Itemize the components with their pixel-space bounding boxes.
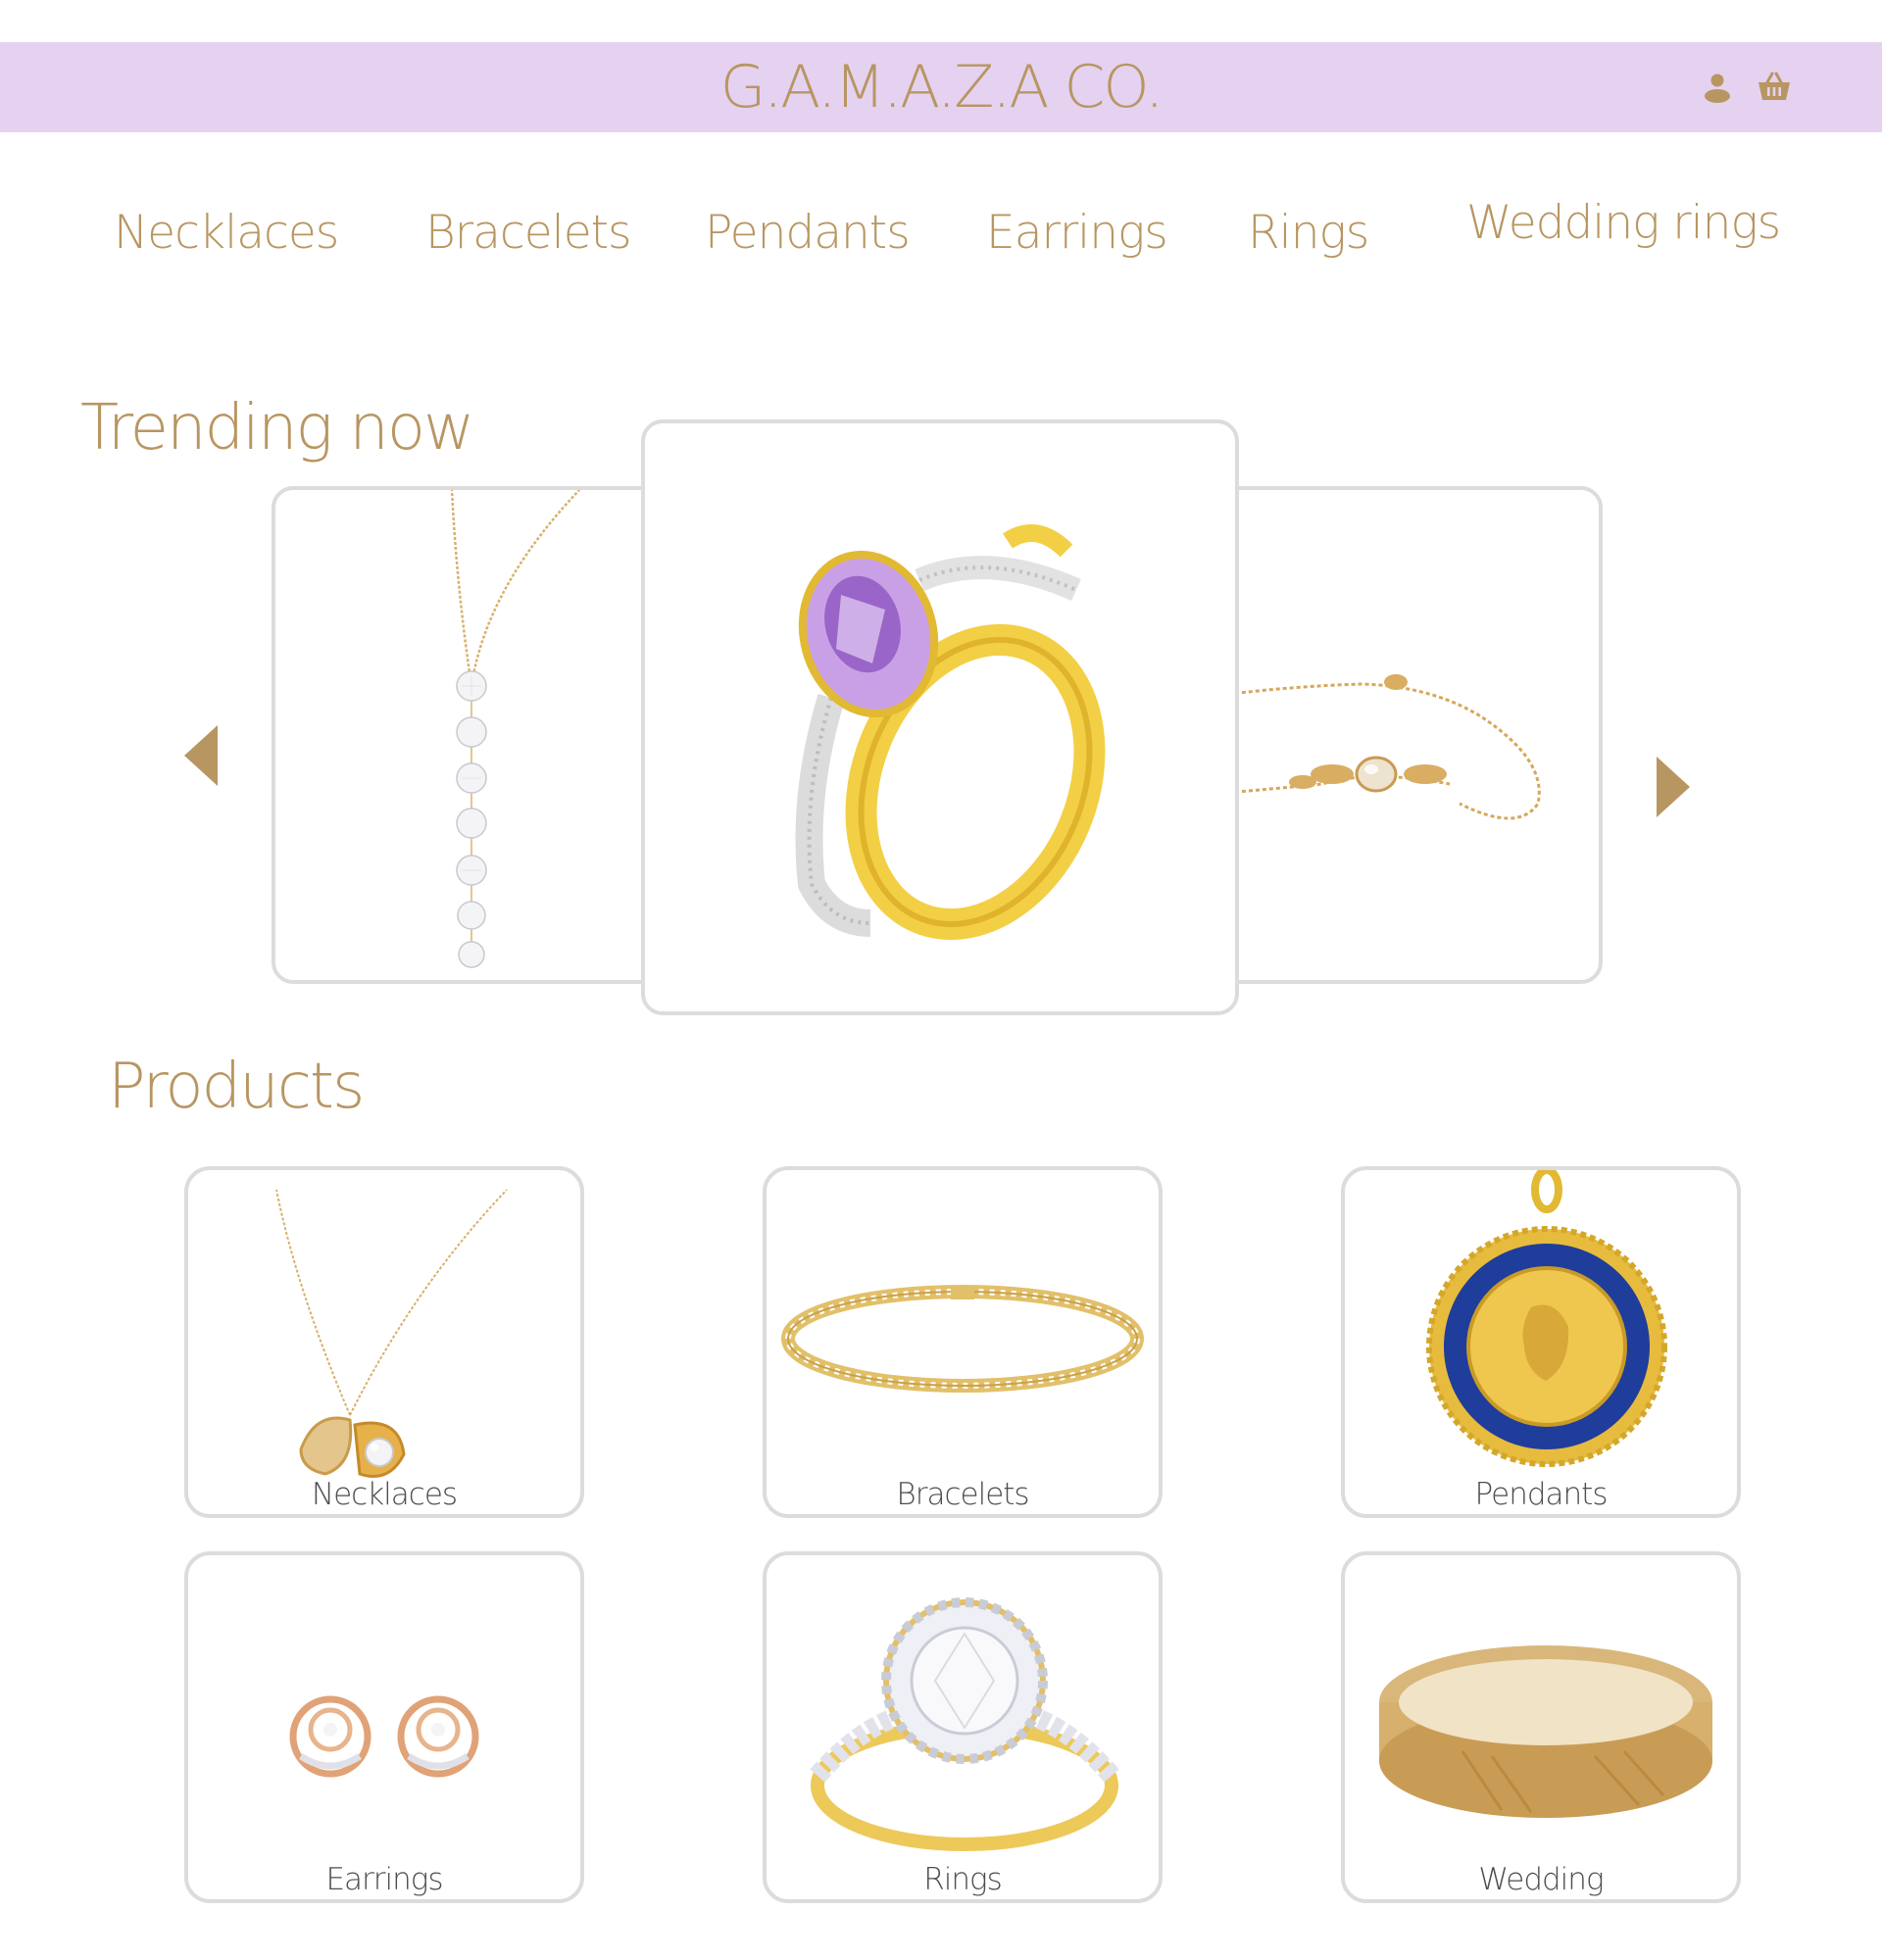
carousel-slide-center[interactable] (641, 419, 1239, 1015)
product-label-wedding: Wedding (1478, 1862, 1604, 1897)
nav-necklaces[interactable]: Necklaces (114, 206, 339, 260)
product-card-wedding[interactable]: Wedding (1341, 1551, 1741, 1903)
nav-pendants[interactable]: Pendants (705, 206, 911, 260)
triangle-right-icon[interactable] (1657, 757, 1690, 817)
nav-rings[interactable]: Rings (1248, 206, 1369, 260)
gold-coin-pendant-image (1426, 1170, 1667, 1467)
diamond-tennis-bracelet-image (781, 1285, 1144, 1393)
amethyst-gold-ring-image (795, 524, 1106, 941)
product-label-rings: Rings (923, 1862, 1003, 1897)
triangle-left-icon[interactable] (184, 725, 218, 786)
product-label-bracelets: Bracelets (896, 1477, 1029, 1512)
brand-logo[interactable]: G.A.M.A.Z.A CO. (0, 42, 1882, 132)
trending-title: Trending now (80, 392, 474, 465)
drop-diamond-necklace-image (450, 490, 580, 968)
user-icon[interactable] (1698, 68, 1737, 107)
nav-earrings[interactable]: Earrings (986, 206, 1168, 260)
product-label-necklaces: Necklaces (311, 1477, 458, 1512)
basket-icon[interactable] (1755, 68, 1794, 107)
rose-gold-stud-earrings-image (289, 1695, 479, 1778)
product-card-necklaces[interactable]: Necklaces (184, 1166, 584, 1518)
gold-wedding-band-image (1379, 1645, 1712, 1818)
site-header: G.A.M.A.Z.A CO. (0, 42, 1882, 132)
nav-bracelets[interactable]: Bracelets (425, 206, 632, 260)
product-card-pendants[interactable]: Pendants (1341, 1166, 1741, 1518)
product-label-earrings: Earrings (325, 1862, 443, 1897)
product-card-earrings[interactable]: Earrings (184, 1551, 584, 1903)
carousel-slide-right[interactable] (1211, 486, 1603, 984)
carousel-slide-left[interactable] (272, 486, 664, 984)
product-label-pendants: Pendants (1474, 1477, 1609, 1512)
nav-wedding-rings[interactable]: Wedding rings (1466, 196, 1781, 250)
floral-opal-bracelet-image (1214, 674, 1541, 820)
product-card-bracelets[interactable]: Bracelets (763, 1166, 1163, 1518)
halo-diamond-ring-image (810, 1597, 1119, 1851)
pearl-shell-necklace-image (275, 1189, 508, 1478)
products-title: Products (108, 1051, 365, 1123)
product-card-rings[interactable]: Rings (763, 1551, 1163, 1903)
